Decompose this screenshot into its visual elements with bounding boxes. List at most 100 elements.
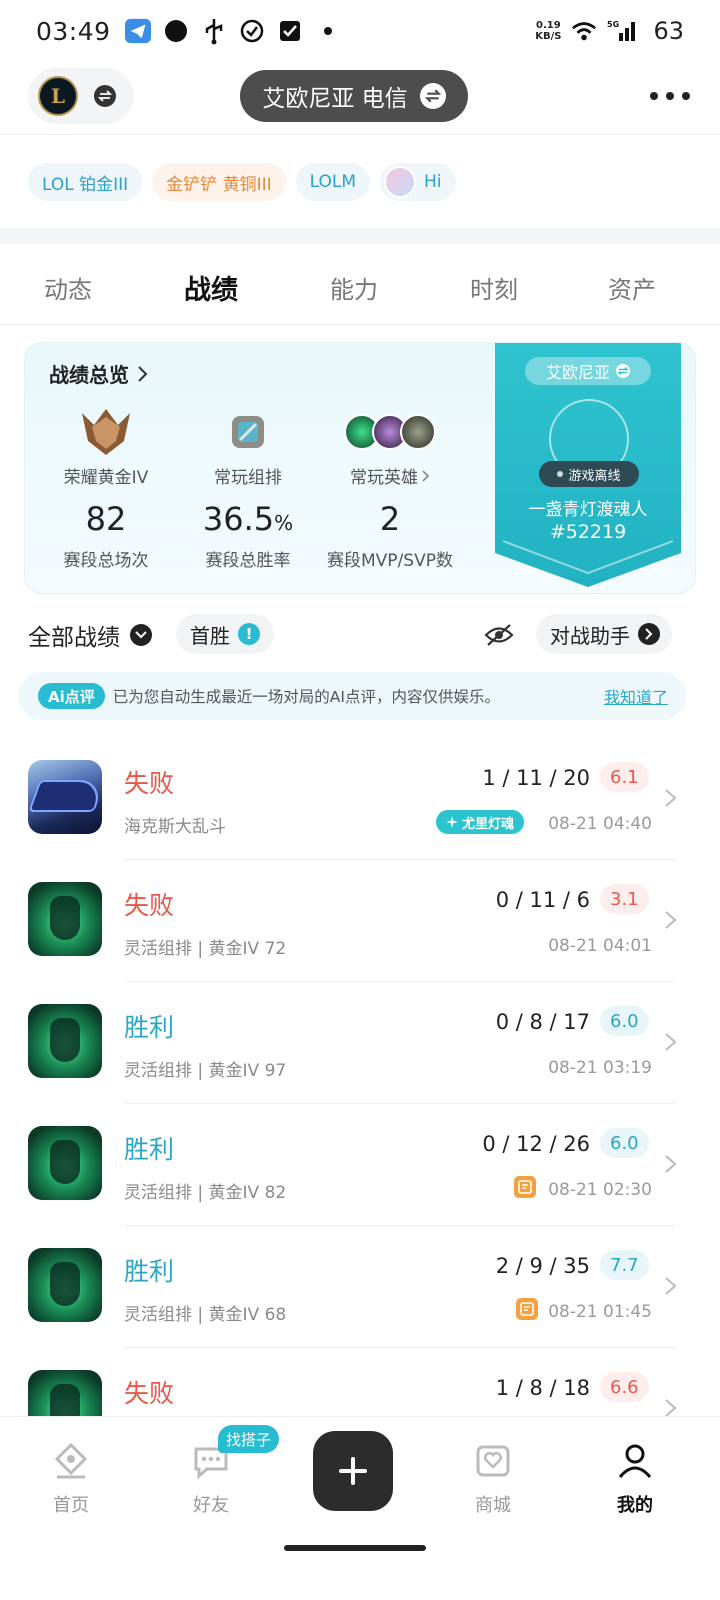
chevron-right-icon	[665, 1155, 677, 1173]
battery-level: 63	[653, 17, 684, 45]
chevron-right-icon	[665, 789, 677, 807]
highlight-badge: 尤里灯魂	[436, 810, 525, 834]
player-name: 一盏青灯渡魂人	[528, 500, 648, 520]
match-mode: 灵活组排 | 黄金IV 82	[124, 1183, 287, 1203]
swap-icon	[94, 85, 116, 107]
match-result: 失败	[124, 1379, 175, 1408]
match-kda: 1 / 11 / 20	[482, 766, 590, 790]
chevron-right-icon	[665, 911, 677, 929]
tab-moments[interactable]: 时刻	[470, 270, 518, 305]
champion-thumbnail	[28, 1004, 102, 1078]
profile-tabs: 动态 战绩 能力 时刻 资产	[0, 252, 720, 322]
chevron-right-icon	[138, 365, 148, 382]
match-row[interactable]: 失败 海克斯大乱斗 1 / 11 / 20 6.1 尤里灯魂 08-21 04:…	[0, 738, 720, 860]
status-time: 03:49	[36, 16, 111, 46]
match-result: 胜利	[124, 1257, 175, 1286]
bottom-nav: 首页 好友 找搭子 商城 我的	[0, 1416, 720, 1600]
records-overview-card: 战绩总览 荣耀黄金IV 82 赛段总场次 常玩组排 36.5% 赛段总胜率 常玩…	[24, 342, 696, 594]
sparkle-icon	[446, 816, 458, 828]
check-circle-icon	[239, 18, 265, 44]
server-switcher[interactable]: 艾欧尼亚 电信	[240, 70, 468, 122]
chevron-right-icon	[665, 1033, 677, 1051]
stat-winrate[interactable]: 常玩组排 36.5% 赛段总胜率	[173, 407, 323, 571]
match-kda: 1 / 8 / 18	[495, 1376, 590, 1400]
game-switcher[interactable]: L	[28, 68, 134, 124]
match-row[interactable]: 胜利 灵活组排 | 黄金IV 68 2 / 9 / 35 7.7 08-21 0…	[0, 1226, 720, 1348]
profile-icon	[590, 1439, 680, 1483]
match-time: 08-21 01:45	[548, 1302, 652, 1322]
match-score: 6.1	[600, 762, 649, 792]
home-indicator[interactable]	[284, 1545, 426, 1551]
match-result: 胜利	[124, 1135, 175, 1164]
overview-title[interactable]: 战绩总览	[49, 359, 149, 388]
lol-logo-icon: L	[38, 76, 78, 116]
tag-hi[interactable]: Hi	[380, 163, 456, 201]
swap-icon	[419, 83, 446, 109]
shop-icon	[448, 1439, 538, 1483]
swap-icon	[616, 364, 630, 378]
ai-comment-icon	[514, 1176, 536, 1198]
team-queue-icon	[173, 407, 323, 457]
network-speed: 0.19 KB/S	[535, 20, 562, 42]
all-records-dropdown[interactable]: 全部战绩	[28, 618, 152, 652]
nav-me[interactable]: 我的	[590, 1439, 680, 1517]
hero-avatar	[400, 414, 436, 450]
stat-rank[interactable]: 荣耀黄金IV 82 赛段总场次	[31, 407, 181, 571]
match-mode: 灵活组排 | 黄金IV 97	[124, 1061, 287, 1081]
nav-home[interactable]: 首页	[26, 1439, 116, 1517]
dismiss-link[interactable]: 我知道了	[604, 684, 668, 708]
game-tags: LOL 铂金III 金铲铲 黄铜III LOLM Hi	[28, 163, 456, 201]
find-partner-badge[interactable]: 找搭子	[218, 1425, 280, 1453]
stat-heroes[interactable]: 常玩英雄 2 赛段MVP/SVP数	[315, 407, 465, 571]
telegram-icon	[124, 18, 151, 44]
tag-lol[interactable]: LOL 铂金III	[28, 163, 143, 201]
first-win-button[interactable]: 首胜 !	[176, 614, 274, 654]
match-result: 失败	[124, 769, 175, 798]
match-score: 6.0	[600, 1128, 649, 1158]
battle-assistant-button[interactable]: 对战助手	[536, 614, 672, 654]
ai-review-badge: Ai点评	[38, 683, 105, 709]
usb-icon	[201, 18, 227, 45]
online-status: 游戏离线	[539, 461, 639, 487]
status-left-icons	[124, 18, 341, 45]
champion-thumbnail	[28, 1126, 102, 1200]
filter-bar: 全部战绩 首胜 ! 对战助手	[0, 612, 720, 658]
tab-feed[interactable]: 动态	[44, 270, 92, 305]
ai-comment-icon	[516, 1298, 538, 1320]
match-time: 08-21 02:30	[548, 1180, 652, 1200]
nav-shop[interactable]: 商城	[448, 1439, 538, 1517]
more-options-icon[interactable]	[650, 82, 690, 110]
check-box-icon	[277, 18, 303, 44]
tag-lolm[interactable]: LOLM	[295, 163, 371, 201]
match-row[interactable]: 胜利 灵活组排 | 黄金IV 97 0 / 8 / 17 6.0 08-21 0…	[0, 982, 720, 1104]
status-right: 0.19 KB/S 5G 63	[535, 17, 684, 45]
player-banner[interactable]: 艾欧尼亚 游戏离线 一盏青灯渡魂人 #52219	[495, 343, 681, 589]
banner-server: 艾欧尼亚	[525, 357, 651, 385]
rank-gold-icon	[31, 407, 181, 457]
match-time: 08-21 03:19	[548, 1058, 652, 1078]
match-row[interactable]: 失败 灵活组排 | 黄金IV 72 0 / 11 / 6 3.1 08-21 0…	[0, 860, 720, 982]
ai-review-tip: Ai点评 已为您自动生成最近一场对局的AI点评，内容仅供娱乐。 我知道了	[18, 672, 686, 720]
hero-avatars	[315, 407, 465, 457]
create-post-button[interactable]	[313, 1431, 393, 1511]
match-time: 08-21 04:01	[548, 936, 652, 956]
chevron-right-icon	[638, 623, 660, 645]
match-row[interactable]: 胜利 灵活组排 | 黄金IV 82 0 / 12 / 26 6.0 08-21 …	[0, 1104, 720, 1226]
avatar	[384, 166, 417, 198]
home-icon	[26, 1439, 116, 1483]
tab-records[interactable]: 战绩	[184, 268, 238, 307]
chevron-right-icon	[422, 469, 430, 482]
match-mode: 灵活组排 | 黄金IV 68	[124, 1305, 287, 1325]
tab-assets[interactable]: 资产	[608, 270, 656, 305]
chevron-right-icon	[665, 1277, 677, 1295]
tag-hi-label: Hi	[424, 172, 442, 192]
match-kda: 0 / 12 / 26	[482, 1132, 590, 1156]
champion-thumbnail	[28, 882, 102, 956]
hide-eye-icon[interactable]	[484, 622, 514, 648]
ai-review-text: 已为您自动生成最近一场对局的AI点评，内容仅供娱乐。	[112, 688, 500, 706]
tab-ability[interactable]: 能力	[330, 270, 378, 305]
server-label: 艾欧尼亚 电信	[262, 86, 408, 112]
wifi-icon	[571, 18, 597, 44]
tag-tft[interactable]: 金铲铲 黄铜III	[152, 163, 286, 201]
svg-text:5G: 5G	[607, 20, 619, 29]
